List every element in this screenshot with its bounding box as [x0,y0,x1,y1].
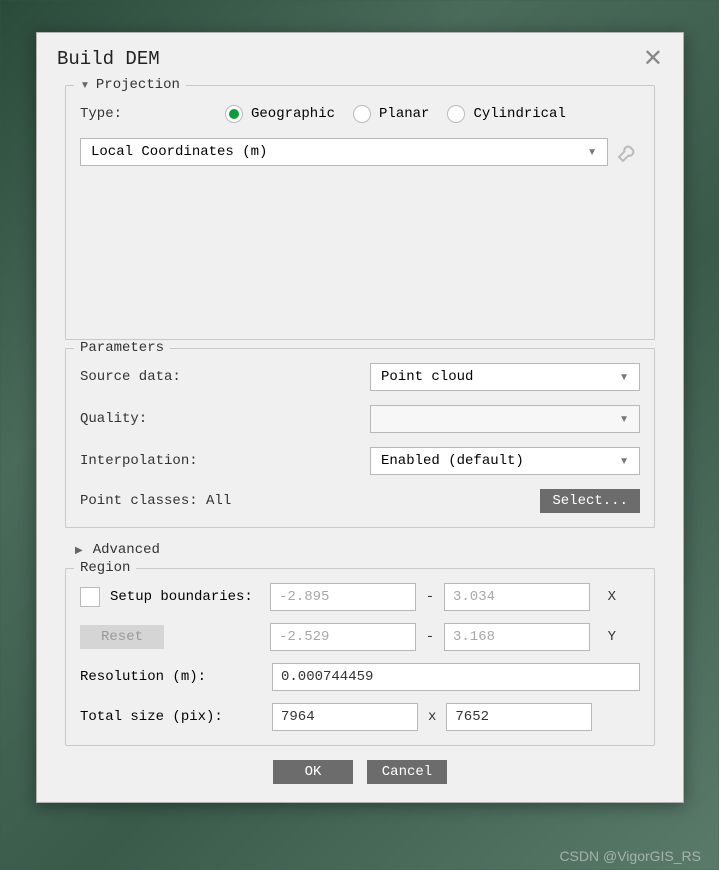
resolution-row: Resolution (m): [80,663,640,691]
parameters-legend-text: Parameters [80,340,164,356]
chevron-down-icon: ▼ [619,372,629,383]
dialog-body: ▼ Projection Type: Geographic Planar [37,81,683,802]
point-classes-label: Point classes: All [80,493,540,509]
radio-planar-label: Planar [379,106,429,122]
dash-separator: - [424,589,436,605]
radio-icon [225,105,243,123]
advanced-header[interactable]: ▶ Advanced [65,536,655,568]
reset-button: Reset [80,625,164,649]
wrench-icon[interactable] [616,140,640,164]
x-min-input[interactable] [270,583,416,611]
radio-geographic-label: Geographic [251,106,335,122]
select-button[interactable]: Select... [540,489,640,513]
total-size-label: Total size (pix): [80,709,272,725]
x-axis-label: X [598,589,616,605]
watermark: CSDN @VigorGIS_RS [559,848,701,864]
reset-area: Reset [80,625,262,649]
total-size-h-input[interactable] [446,703,592,731]
point-classes-row: Point classes: All Select... [80,489,640,513]
quality-row: Quality: ▼ [80,405,640,433]
type-radio-group: Geographic Planar Cylindrical [225,105,640,123]
y-min-input[interactable] [270,623,416,651]
source-data-value: Point cloud [381,369,473,385]
dialog-header: Build DEM ✕ [37,33,683,81]
total-size-w-input[interactable] [272,703,418,731]
boundaries-x-row: Setup boundaries: - X [80,583,640,611]
source-data-row: Source data: Point cloud ▼ [80,363,640,391]
radio-cylindrical-label: Cylindrical [473,106,565,122]
projection-group: ▼ Projection Type: Geographic Planar [65,85,655,340]
coord-system-value: Local Coordinates (m) [91,144,267,160]
cancel-button[interactable]: Cancel [367,760,447,784]
radio-geographic[interactable]: Geographic [225,105,335,123]
y-axis-label: Y [598,629,616,645]
radio-planar[interactable]: Planar [353,105,429,123]
interpolation-label: Interpolation: [80,453,370,469]
dash-separator: - [424,629,436,645]
advanced-legend-text: Advanced [93,542,160,558]
resolution-input[interactable] [272,663,640,691]
resolution-label: Resolution (m): [80,669,272,685]
radio-icon [353,105,371,123]
chevron-down-icon: ▼ [619,414,629,425]
region-legend: Region [74,560,136,576]
quality-label: Quality: [80,411,370,427]
ok-button[interactable]: OK [273,760,353,784]
boundaries-y-row: Reset - Y [80,623,640,651]
total-size-row: Total size (pix): x [80,703,640,731]
size-separator: x [428,709,436,725]
chevron-down-icon: ▼ [587,147,597,158]
parameters-group: Parameters Source data: Point cloud ▼ Qu… [65,348,655,528]
coord-system-row: Local Coordinates (m) ▼ [80,138,640,166]
chevron-right-icon: ▶ [75,545,83,556]
quality-combo[interactable]: ▼ [370,405,640,433]
type-row: Type: Geographic Planar Cylindrical [80,100,640,128]
coord-system-combo[interactable]: Local Coordinates (m) ▼ [80,138,608,166]
region-legend-text: Region [80,560,130,576]
projection-legend[interactable]: ▼ Projection [74,77,186,93]
dialog-title: Build DEM [57,48,160,70]
interpolation-combo[interactable]: Enabled (default) ▼ [370,447,640,475]
type-label: Type: [80,106,225,122]
setup-boundaries-checkbox[interactable] [80,587,100,607]
setup-boundaries-area: Setup boundaries: [80,587,262,607]
source-data-combo[interactable]: Point cloud ▼ [370,363,640,391]
region-group: Region Setup boundaries: - X Reset - [65,568,655,746]
parameters-legend: Parameters [74,340,170,356]
radio-cylindrical[interactable]: Cylindrical [447,105,565,123]
radio-icon [447,105,465,123]
build-dem-dialog: Build DEM ✕ ▼ Projection Type: Geographi… [36,32,684,803]
chevron-down-icon: ▼ [619,456,629,467]
projection-legend-text: Projection [96,77,180,93]
x-max-input[interactable] [444,583,590,611]
y-max-input[interactable] [444,623,590,651]
interpolation-row: Interpolation: Enabled (default) ▼ [80,447,640,475]
chevron-down-icon: ▼ [80,80,90,91]
close-icon[interactable]: ✕ [643,47,663,71]
dialog-footer: OK Cancel [65,754,655,788]
interpolation-value: Enabled (default) [381,453,524,469]
setup-boundaries-label: Setup boundaries: [110,589,253,605]
source-data-label: Source data: [80,369,370,385]
